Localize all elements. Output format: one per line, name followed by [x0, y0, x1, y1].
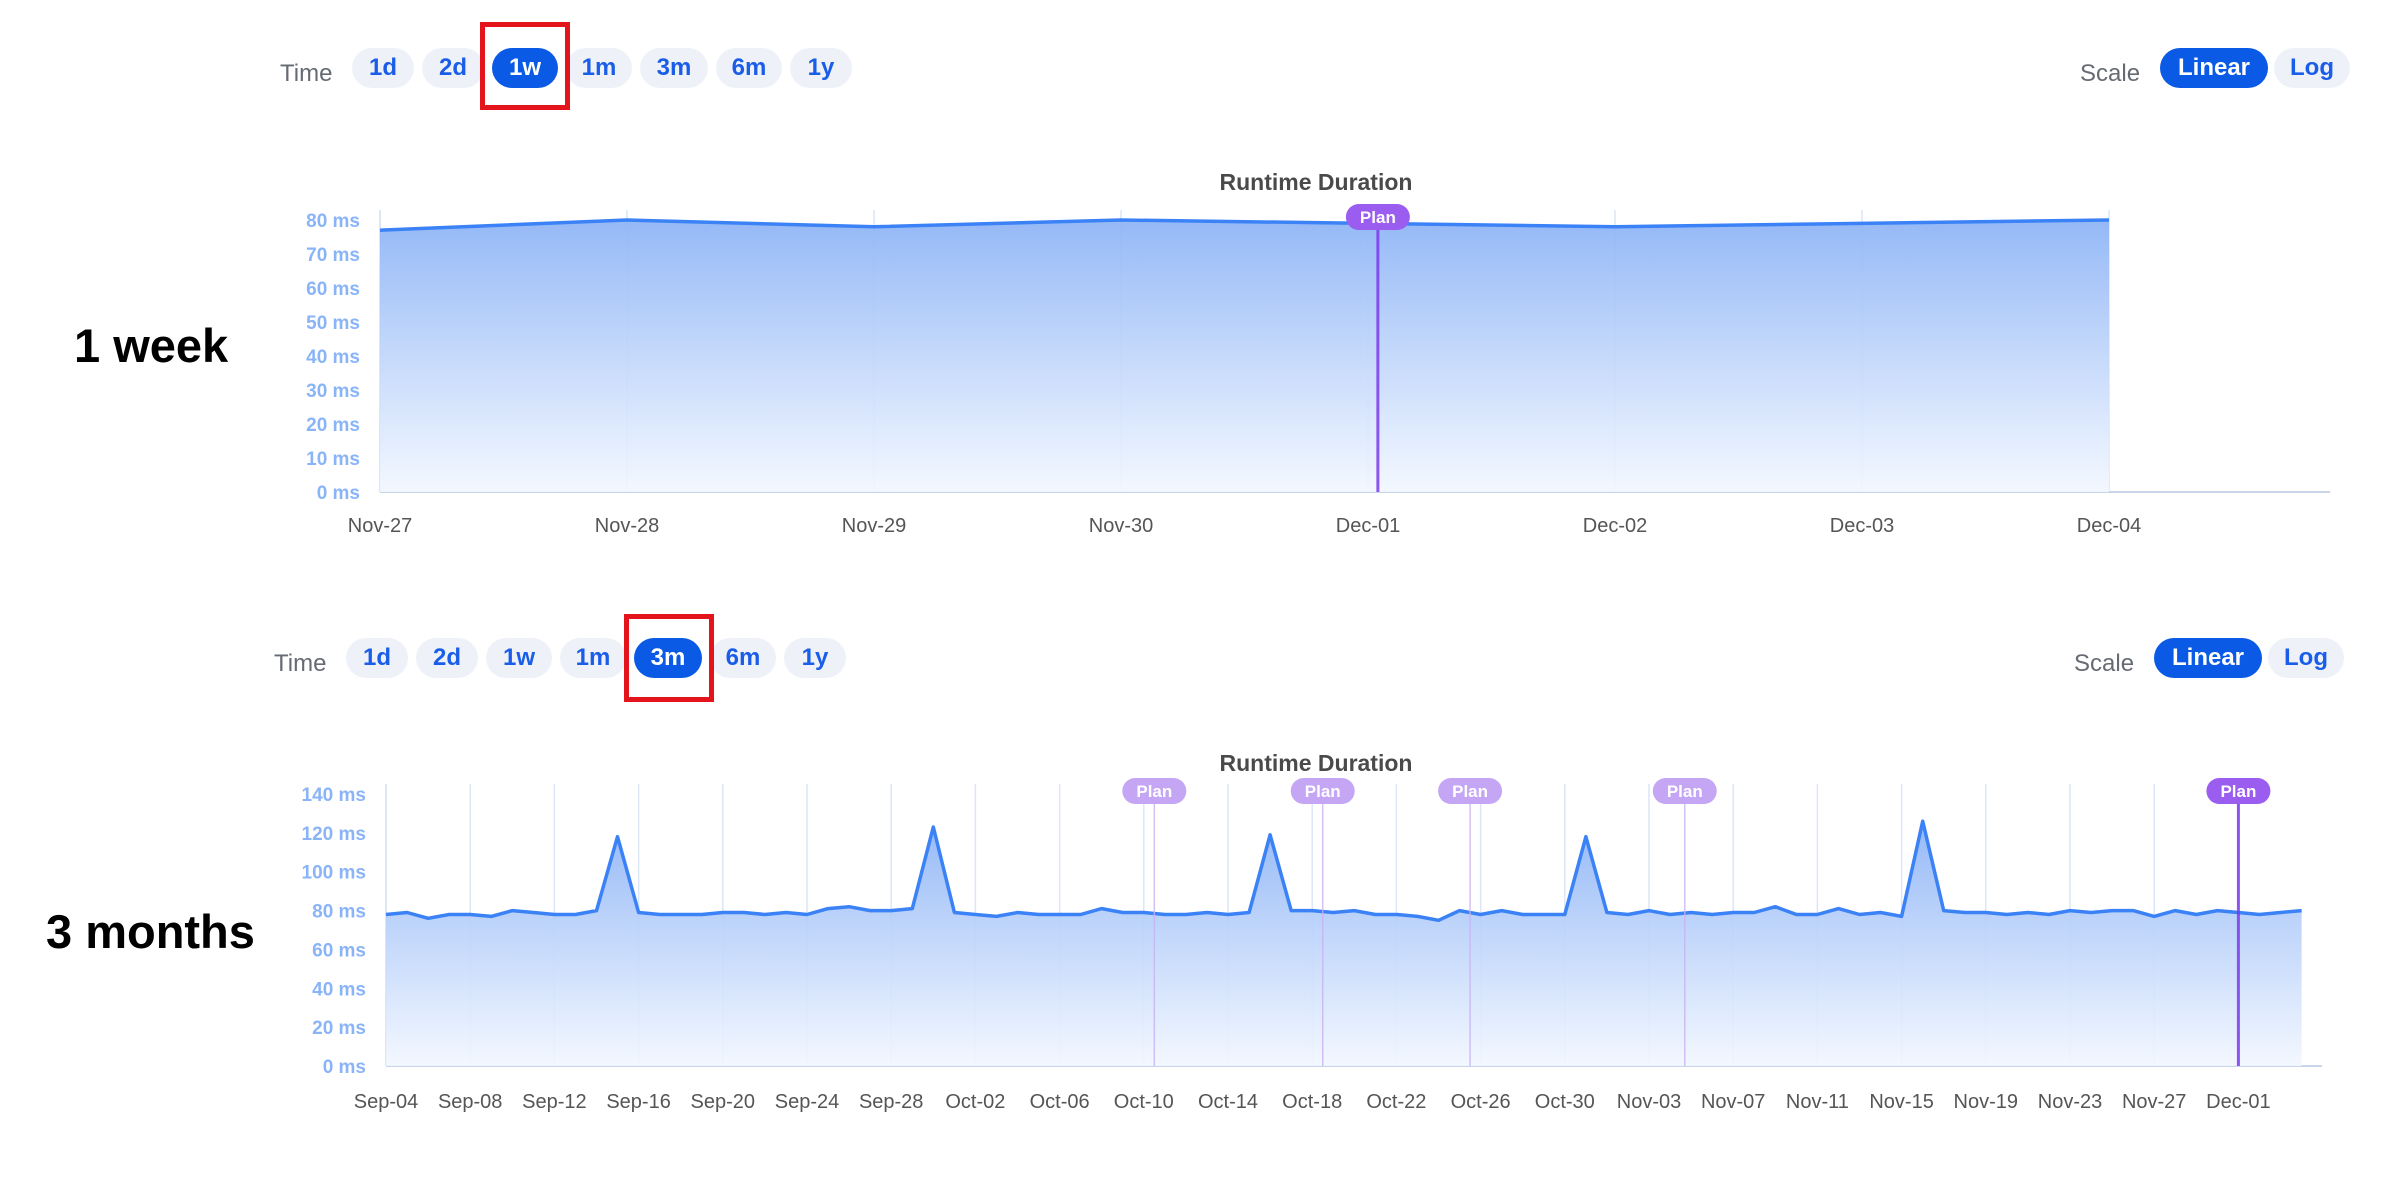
scale-label: Scale: [2074, 650, 2135, 677]
plan-badge-label: Plan: [1360, 208, 1396, 227]
scale-option-log[interactable]: Log: [2268, 638, 2344, 678]
time-option-3m[interactable]: 3m: [634, 638, 702, 678]
x-tick-label: Oct-18: [1282, 1091, 1342, 1113]
chart-panel-1-week: 1 week Time 1d 2d 1w 1m 3m 6m 1y Scale L…: [0, 0, 2390, 560]
plan-badge-label: Plan: [1452, 782, 1488, 801]
x-tick-label: Sep-20: [691, 1091, 756, 1113]
series-area: [380, 220, 2109, 492]
x-tick-label: Dec-01: [1336, 515, 1400, 537]
y-tick-label: 20 ms: [312, 1018, 366, 1039]
x-tick-label: Dec-03: [1830, 515, 1894, 537]
plan-badge-label: Plan: [2220, 782, 2256, 801]
series-area: [386, 821, 2302, 1066]
x-tick-label: Nov-27: [348, 515, 412, 537]
x-tick-label: Dec-04: [2077, 515, 2141, 537]
x-tick-label: Oct-22: [1366, 1091, 1426, 1113]
time-option-1w[interactable]: 1w: [492, 48, 558, 88]
x-tick-label: Sep-12: [522, 1091, 587, 1113]
time-option-1m[interactable]: 1m: [560, 638, 626, 678]
y-tick-label: 70 ms: [306, 245, 360, 266]
x-tick-label: Oct-14: [1198, 1091, 1258, 1113]
time-option-1w[interactable]: 1w: [486, 638, 552, 678]
y-tick-label: 80 ms: [312, 902, 366, 923]
x-tick-label: Sep-08: [438, 1091, 503, 1113]
y-tick-label: 60 ms: [312, 940, 366, 961]
y-tick-label: 40 ms: [306, 347, 360, 368]
chart-title: Runtime Duration: [1220, 750, 1413, 776]
x-tick-label: Nov-03: [1617, 1091, 1681, 1113]
time-option-3m[interactable]: 3m: [640, 48, 708, 88]
chart-title: Runtime Duration: [1220, 169, 1413, 195]
y-tick-label: 100 ms: [302, 863, 366, 884]
range-toolbar: Time 1d 2d 1w 1m 3m 6m 1y Scale Linear L…: [0, 614, 2390, 702]
plan-badge-label: Plan: [1667, 782, 1703, 801]
series-line: [385, 819, 2302, 923]
scale-option-linear[interactable]: Linear: [2160, 48, 2268, 88]
time-option-1y[interactable]: 1y: [790, 48, 852, 88]
runtime-duration-chart-3-months: Runtime Duration Sep-04 Sep-08 Sep-12 Sep-16…: [302, 750, 2322, 1113]
time-option-6m[interactable]: 6m: [710, 638, 776, 678]
scale-option-linear[interactable]: Linear: [2154, 638, 2262, 678]
y-tick-label: 0 ms: [323, 1057, 366, 1078]
y-tick-label: 80 ms: [306, 211, 360, 232]
x-tick-label: Sep-16: [606, 1091, 671, 1113]
y-tick-label: 40 ms: [312, 979, 366, 1000]
x-tick-label: Nov-11: [1786, 1091, 1849, 1113]
y-tick-label: 60 ms: [306, 279, 360, 300]
y-tick-label: 0 ms: [317, 483, 360, 504]
time-label: Time: [274, 650, 327, 677]
plan-badge-label: Plan: [1136, 782, 1172, 801]
time-option-2d[interactable]: 2d: [422, 48, 484, 88]
y-tick-label: 20 ms: [306, 415, 360, 436]
y-tick-label: 140 ms: [302, 785, 366, 806]
range-toolbar: Time 1d 2d 1w 1m 3m 6m 1y Scale Linear L…: [0, 22, 2390, 110]
x-tick-label: Sep-04: [354, 1091, 419, 1113]
x-tick-label: Nov-07: [1701, 1091, 1765, 1113]
x-tick-label: Nov-15: [1869, 1091, 1933, 1113]
time-label: Time: [280, 60, 333, 87]
time-option-1m[interactable]: 1m: [566, 48, 632, 88]
x-tick-label: Nov-23: [2038, 1091, 2102, 1113]
y-tick-label: 10 ms: [306, 449, 360, 470]
x-tick-label: Oct-30: [1535, 1091, 1595, 1113]
x-tick-label: Dec-02: [1583, 515, 1647, 537]
scale-label: Scale: [2080, 60, 2141, 87]
x-tick-label: Nov-29: [842, 515, 906, 537]
x-tick-label: Sep-28: [859, 1091, 924, 1113]
time-option-2d[interactable]: 2d: [416, 638, 478, 678]
x-tick-label: Nov-27: [2122, 1091, 2186, 1113]
x-tick-label: Dec-01: [2206, 1091, 2270, 1113]
time-option-1d[interactable]: 1d: [352, 48, 414, 88]
y-tick-label: 30 ms: [306, 381, 360, 402]
x-tick-label: Sep-24: [775, 1091, 840, 1113]
y-tick-label: 120 ms: [302, 824, 366, 845]
x-tick-label: Oct-26: [1451, 1091, 1511, 1113]
x-tick-label: Nov-30: [1089, 515, 1153, 537]
plan-badge-label: Plan: [1305, 782, 1341, 801]
scale-option-log[interactable]: Log: [2274, 48, 2350, 88]
x-tick-label: Oct-10: [1114, 1091, 1174, 1113]
x-tick-label: Nov-19: [1954, 1091, 2018, 1113]
time-option-1y[interactable]: 1y: [784, 638, 846, 678]
x-tick-label: Oct-06: [1030, 1091, 1090, 1113]
time-option-6m[interactable]: 6m: [716, 48, 782, 88]
time-option-1d[interactable]: 1d: [346, 638, 408, 678]
y-tick-label: 50 ms: [306, 313, 360, 334]
runtime-duration-chart-1-week: Runtime Duration Nov-27 Nov-28 Nov-29 Nov-30…: [306, 169, 2330, 537]
x-tick-label: Oct-02: [945, 1091, 1005, 1113]
chart-panel-3-months: 3 months Time 1d 2d 1w 1m 3m 6m 1y Scale…: [0, 586, 2390, 1186]
x-tick-label: Nov-28: [595, 515, 659, 537]
